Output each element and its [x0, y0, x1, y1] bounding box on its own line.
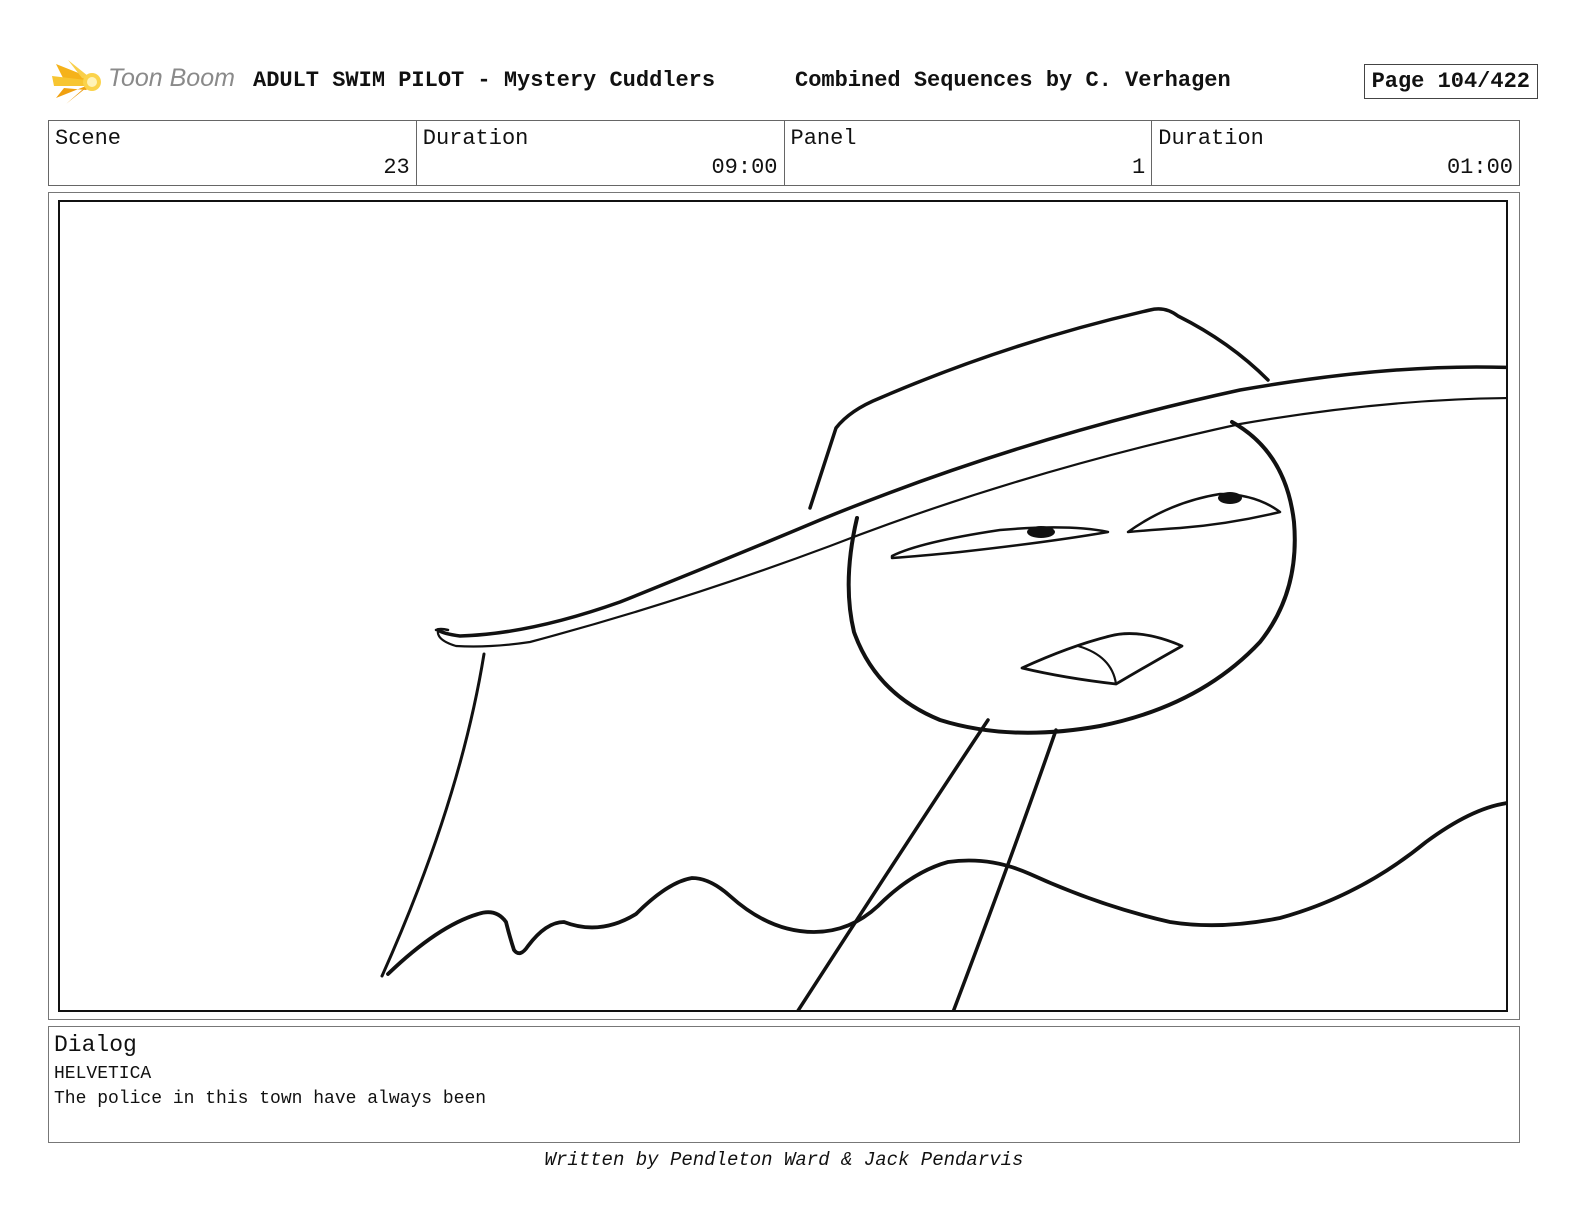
scene-cell: Scene 23: [49, 121, 417, 185]
dialog-box: Dialog HELVETICA The police in this town…: [48, 1026, 1520, 1143]
panel-duration-cell: Duration 01:00: [1152, 121, 1519, 185]
sequence-title: Combined Sequences by C. Verhagen: [795, 68, 1231, 93]
scene-duration-label: Duration: [422, 126, 529, 151]
mouth-teeth: [1076, 644, 1118, 686]
panel-duration-value: 01:00: [1446, 155, 1513, 180]
page-header: Toon Boom ADULT SWIM PILOT - Mystery Cud…: [48, 58, 1538, 106]
toon-boom-logo: Toon Boom: [52, 58, 242, 106]
right-pupil: [1218, 492, 1242, 504]
starburst-icon: [52, 60, 101, 104]
scene-info-table: Scene 23 Duration 09:00 Panel 1 Duration…: [48, 120, 1520, 186]
logo-wordmark: Toon Boom: [108, 64, 235, 92]
scene-duration-value: 09:00: [711, 155, 778, 180]
panel-duration-label: Duration: [1158, 126, 1264, 151]
dialog-heading: Dialog: [54, 1032, 137, 1058]
panel-cell: Panel 1: [785, 121, 1153, 185]
project-title: ADULT SWIM PILOT - Mystery Cuddlers: [253, 68, 716, 93]
hat-crown: [808, 307, 1270, 510]
panel-drawing-frame: [58, 200, 1508, 1012]
panel-label: Panel: [790, 126, 857, 151]
left-pupil: [1027, 526, 1055, 538]
scene-duration-cell: Duration 09:00: [417, 121, 785, 185]
dialog-line: The police in this town have always been: [54, 1089, 487, 1109]
scene-label: Scene: [55, 126, 122, 151]
character-sketch: [380, 307, 1506, 1010]
writer-credit: Written by Pendleton Ward & Jack Pendarv…: [544, 1149, 1024, 1171]
hair-left-edge: [380, 652, 486, 978]
dialog-speaker: HELVETICA: [54, 1064, 152, 1084]
neck-right: [951, 728, 1058, 1010]
neck-left: [796, 718, 990, 1010]
page-number: Page 104/422: [1363, 64, 1538, 99]
head-outline: [846, 420, 1297, 735]
scene-value: 23: [383, 155, 410, 180]
left-eye: [890, 526, 1110, 560]
panel-value: 1: [1132, 155, 1146, 180]
hat-brim-tip: [434, 627, 450, 632]
hair-wave: [386, 801, 1506, 976]
right-eye: [1126, 492, 1282, 534]
storyboard-panel: [48, 192, 1520, 1020]
